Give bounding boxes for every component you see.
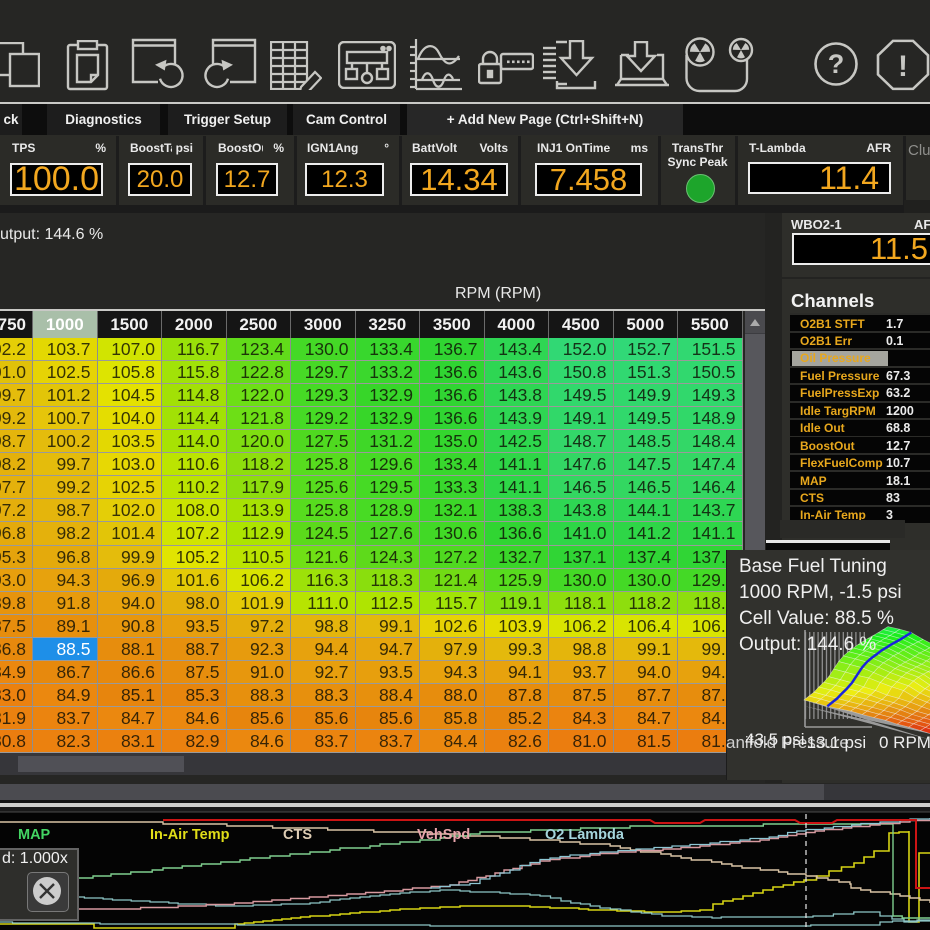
- svg-text:!: !: [898, 50, 908, 83]
- svg-text:?: ?: [828, 49, 845, 79]
